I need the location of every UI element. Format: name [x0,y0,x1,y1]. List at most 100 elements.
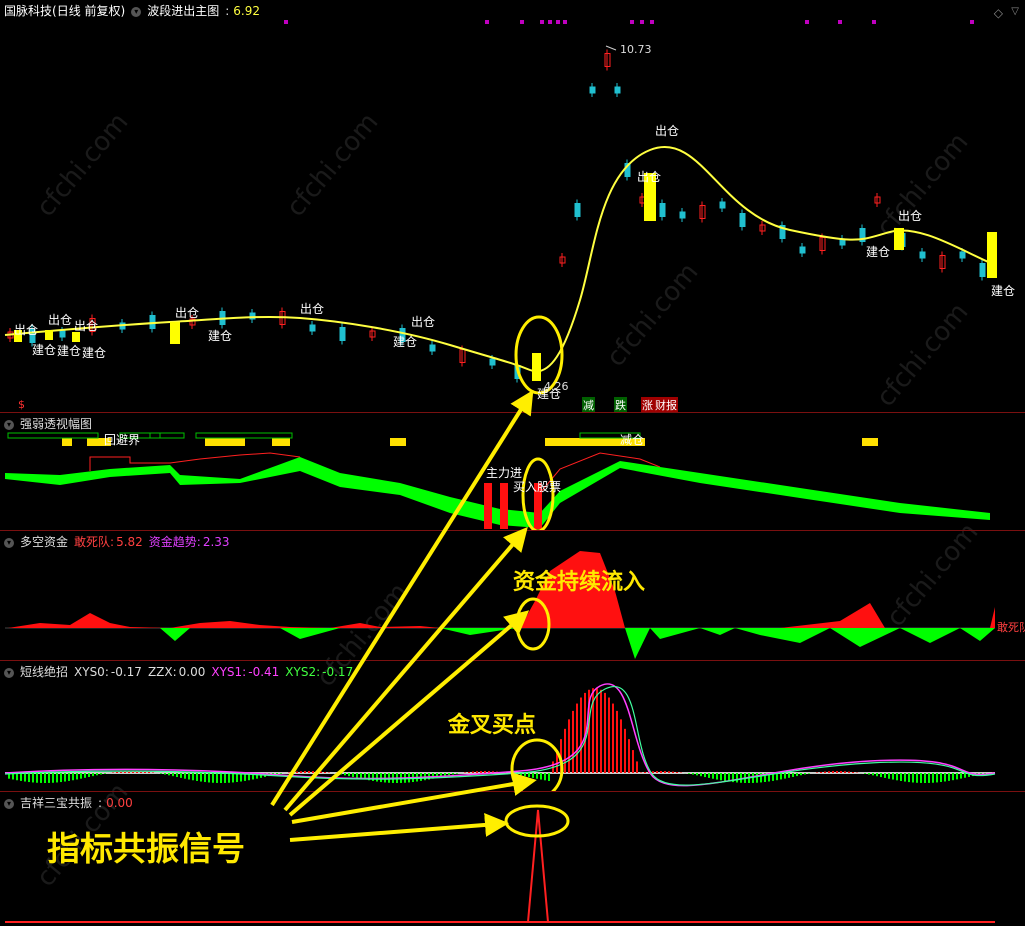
histogram-bar [472,772,474,773]
histogram-bar [16,773,18,780]
histogram-bar [692,773,694,775]
candle-body [680,212,685,218]
candle-body [490,359,495,365]
histogram-bar [688,773,690,774]
short-key-2: ZZX: [148,665,177,679]
histogram-bar [372,773,374,781]
histogram-bar [144,772,146,773]
histogram-bar [784,773,786,779]
candle-body [615,87,620,93]
histogram-bar [864,773,866,774]
histogram-bar [316,771,318,773]
histogram-bar [40,773,42,783]
candle-body [430,345,435,351]
histogram-bar [960,773,962,779]
histogram-bar [892,773,894,780]
histogram-bar [236,773,238,782]
histogram-bar [324,772,326,773]
histogram-bar [336,773,338,774]
histogram-bar [736,773,738,782]
histogram-bar [80,773,82,779]
histogram-bar [168,773,170,775]
capital-canvas [0,531,1025,661]
histogram-bar [884,773,886,778]
histogram-bar [180,773,182,778]
histogram-bar [880,773,882,777]
histogram-bar [652,771,654,773]
chevron-down-icon[interactable]: ▾ [131,7,141,17]
histogram-bar [548,773,550,781]
strength-panel[interactable]: ▾强弱透视幅图 主力进 买入股票 减仓 回避界 [0,412,1025,531]
chevron-down-icon[interactable]: ▾ [4,420,14,430]
histogram-bar [720,773,722,780]
main-chart-canvas [0,0,1025,412]
histogram-bar [712,773,714,779]
buy-stock-label: 买入股票 [513,478,561,495]
histogram-bar [28,773,30,782]
histogram-bar [724,773,726,781]
buy-signal: 建仓 [537,385,561,402]
buy-signal: 建仓 [32,341,56,358]
histogram-bar [200,773,202,782]
candle-body [340,328,345,341]
indicator-name: 波段进出主图 [147,4,219,18]
buy-signal: 建仓 [866,243,890,260]
histogram-bar [628,739,630,773]
tag-rise[interactable]: 涨 [641,397,654,413]
strength-panel-name: 强弱透视幅图 [20,417,92,431]
resonance-spike [528,810,548,922]
diamond-icon[interactable]: ◇ [994,6,1003,20]
histogram-bar [832,771,834,773]
histogram-bar [220,773,222,783]
histogram-bar [212,773,214,783]
histogram-bar [60,773,62,782]
resonance-value: 0.00 [106,796,133,810]
histogram-bar [572,711,574,773]
histogram-bar [932,773,934,783]
histogram-bar [940,773,942,782]
histogram-bar [620,719,622,773]
histogram-bar [64,773,66,782]
histogram-bar [528,773,530,777]
histogram-bar [292,772,294,773]
short-term-panel-name: 短线绝招 [20,665,68,679]
resonance-panel-name: 吉祥三宝共振 [20,796,92,810]
histogram-bar [608,698,610,773]
chevron-down-icon[interactable]: ▾ [4,668,14,678]
chevron-down-icon[interactable]: ▾ [4,538,14,548]
histogram-bar [152,772,154,773]
histogram-bar [696,773,698,775]
histogram-bar [340,773,342,775]
chevron-down-icon[interactable]: ▾ [4,799,14,809]
histogram-bar [604,693,606,773]
histogram-bar [288,772,290,773]
candle-body [720,202,725,208]
histogram-bar [840,771,842,773]
histogram-bar [660,771,662,773]
chart-period: (日线 前复权) [52,4,125,18]
candle-body [740,214,745,227]
histogram-bar [564,729,566,773]
short-val-4: -0.17 [322,665,353,679]
chevron-down-icon[interactable]: ▽ [1011,6,1019,17]
histogram-bar [72,773,74,780]
histogram-bar [844,771,846,773]
tag-fall[interactable]: 跌 [614,397,627,413]
short-val-3: -0.41 [248,665,279,679]
fund-inflow-annotation: 资金持续流入 [513,564,645,596]
histogram-bar [580,698,582,773]
histogram-bar [924,773,926,783]
histogram-bar [788,773,790,778]
histogram-bar [56,773,58,782]
capital-panel-title: ▾多空资金敢死队:5.82资金趋势:2.33 [4,533,236,550]
histogram-bar [476,771,478,773]
histogram-bar [596,688,598,773]
histogram-bar [376,773,378,782]
histogram-bar [32,773,34,782]
tag-reduce[interactable]: 减 [582,397,595,413]
tag-report[interactable]: 财报 [654,397,678,413]
histogram-bar [920,773,922,783]
histogram-bar [848,772,850,773]
histogram-bar [52,773,54,783]
main-chart-panel[interactable]: 国脉科技(日线 前复权)▾波段进出主图:6.92 ◇ ▽ 10.73 4.26 … [0,0,1025,412]
